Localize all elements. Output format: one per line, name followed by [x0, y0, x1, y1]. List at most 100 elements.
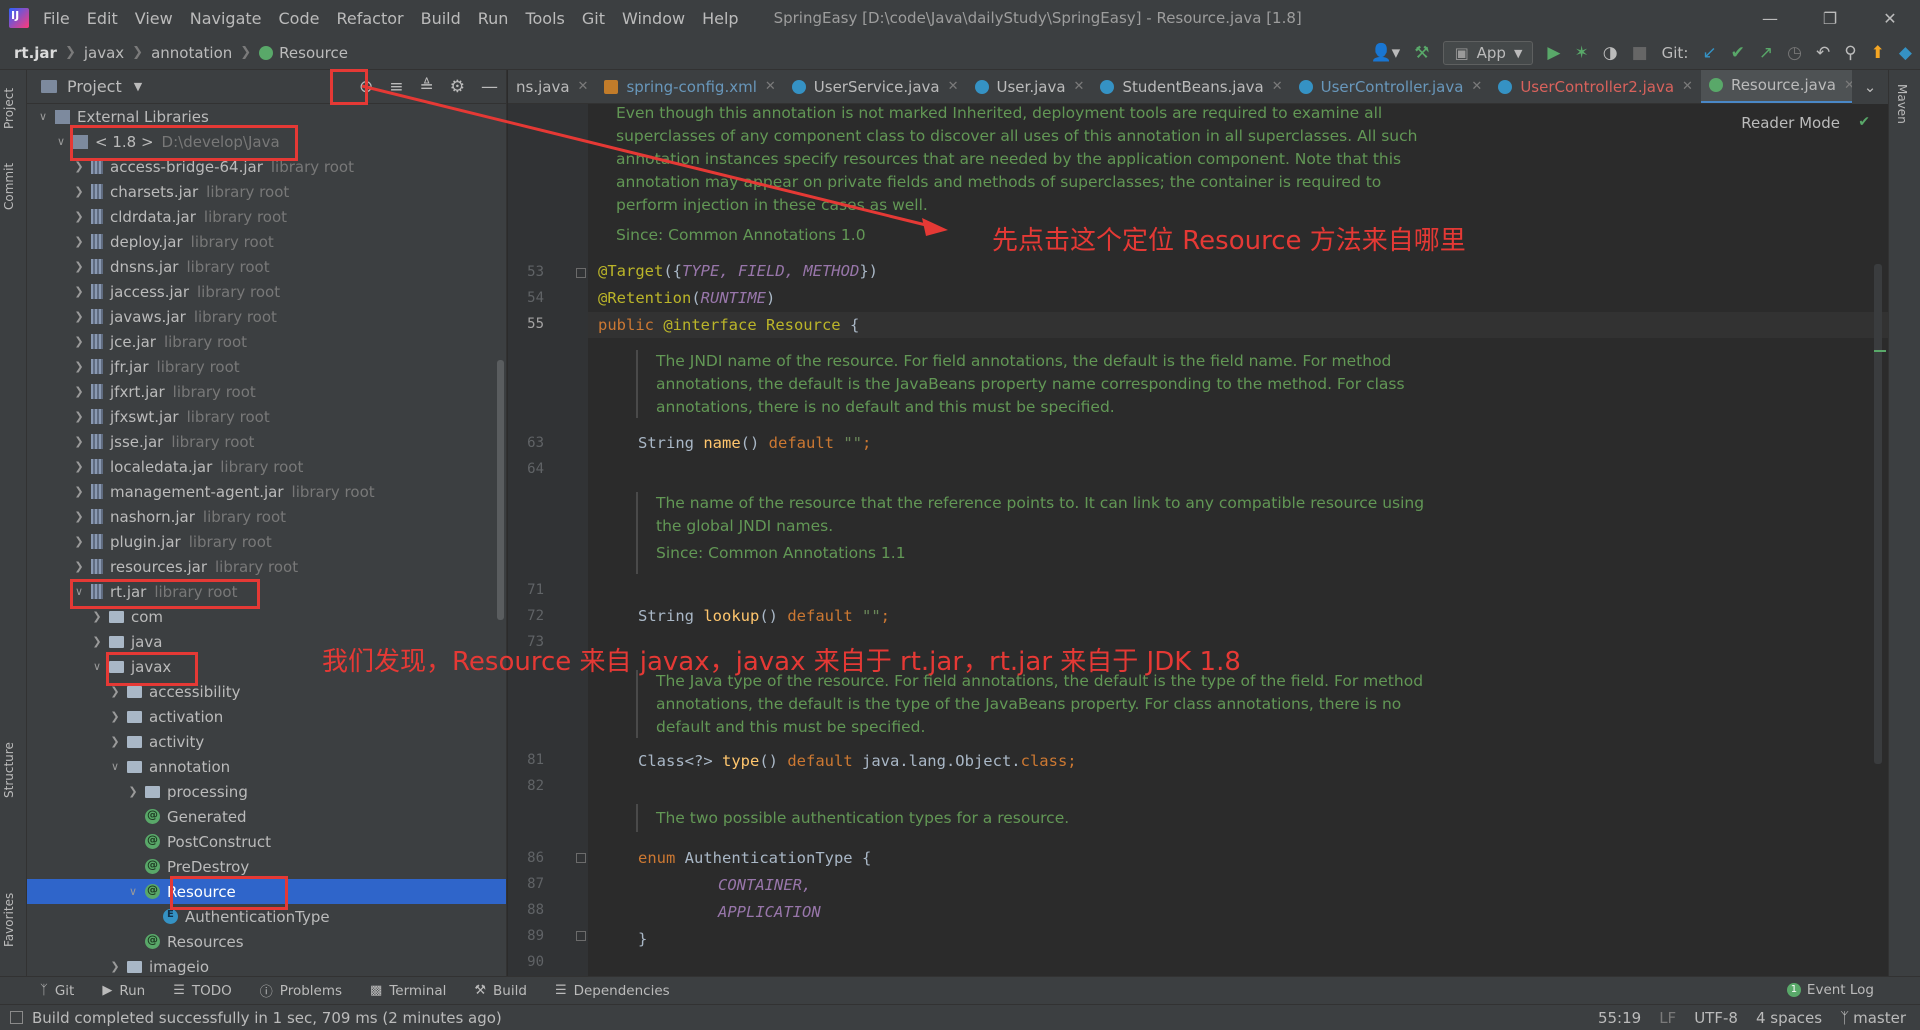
chevron-right-icon[interactable]: ❯: [71, 335, 87, 348]
editor-tab[interactable]: ns.java ✕: [508, 70, 596, 103]
chevron-down-icon[interactable]: ∨: [53, 135, 69, 148]
tree-item[interactable]: ❯ activity: [27, 729, 506, 754]
close-tab-icon[interactable]: ✕: [948, 79, 959, 94]
menu-view[interactable]: View: [135, 9, 173, 28]
restore-icon[interactable]: ❐: [1800, 0, 1860, 36]
menu-code[interactable]: Code: [279, 9, 320, 28]
tree-item[interactable]: ❯ accessibility: [27, 679, 506, 704]
menu-tools[interactable]: Tools: [525, 9, 564, 28]
fold-marker-icon[interactable]: [576, 931, 586, 941]
chevron-right-icon[interactable]: ❯: [71, 235, 87, 248]
chevron-right-icon[interactable]: ❯: [71, 510, 87, 523]
tree-item[interactable]: ❯ com: [27, 604, 506, 629]
breadcrumb-item-rt-jar[interactable]: rt.jar: [14, 44, 57, 62]
editor-scrollbar[interactable]: [1874, 264, 1882, 764]
git-commit-icon[interactable]: ✔: [1731, 43, 1745, 63]
line-separator[interactable]: LF: [1659, 1009, 1676, 1027]
chevron-right-icon[interactable]: ❯: [71, 385, 87, 398]
tree-item[interactable]: ❯ plugin.jar library root: [27, 529, 506, 554]
tree-item[interactable]: ❯ localedata.jar library root: [27, 454, 506, 479]
chevron-down-icon[interactable]: ∨: [107, 760, 123, 773]
close-tab-icon[interactable]: ✕: [1074, 79, 1085, 94]
structure-tool-tab[interactable]: Structure: [2, 730, 24, 810]
menu-window[interactable]: Window: [622, 9, 685, 28]
dependencies-tool-tab[interactable]: ☰ Dependencies: [555, 983, 670, 999]
tree-item[interactable]: ❯ resources.jar library root: [27, 554, 506, 579]
chevron-right-icon[interactable]: ❯: [71, 310, 87, 323]
tree-item[interactable]: ❯ imageio: [27, 954, 506, 976]
search-icon[interactable]: ⚲: [1844, 43, 1856, 63]
commit-tool-tab[interactable]: Commit: [2, 156, 24, 216]
status-toggle-icon[interactable]: [10, 1011, 23, 1024]
editor-tab[interactable]: spring-config.xml ✕: [596, 70, 783, 103]
run-tool-tab[interactable]: ▶ Run: [102, 983, 145, 999]
tree-item[interactable]: ∨ rt.jar library root: [27, 579, 506, 604]
chevron-right-icon[interactable]: ❯: [71, 285, 87, 298]
project-tool-tab[interactable]: Project: [2, 78, 24, 138]
project-panel-title[interactable]: Project: [67, 77, 122, 96]
tree-item[interactable]: ❯ activation: [27, 704, 506, 729]
chevron-right-icon[interactable]: ❯: [107, 685, 123, 698]
editor-tab[interactable]: UserController.java ✕: [1291, 70, 1491, 103]
git-update-icon[interactable]: ↙: [1702, 43, 1716, 63]
editor-tab[interactable]: UserService.java ✕: [784, 70, 967, 103]
menu-run[interactable]: Run: [478, 9, 509, 28]
menu-refactor[interactable]: Refactor: [336, 9, 403, 28]
close-icon[interactable]: ✕: [1860, 0, 1920, 36]
maven-tool-tab[interactable]: Maven: [1895, 84, 1909, 124]
editor-tab[interactable]: User.java ✕: [967, 70, 1093, 103]
chevron-right-icon[interactable]: ❯: [107, 960, 123, 973]
chevron-right-icon[interactable]: ❯: [71, 160, 87, 173]
git-branch-widget[interactable]: ᛉ master: [1840, 1009, 1906, 1027]
chevron-right-icon[interactable]: ❯: [89, 635, 105, 648]
project-tree-scrollbar[interactable]: [497, 360, 504, 620]
menu-file[interactable]: File: [43, 9, 70, 28]
tree-item[interactable]: Resources: [27, 929, 506, 954]
tree-item[interactable]: AuthenticationType: [27, 904, 506, 929]
chevron-down-icon[interactable]: ∨: [125, 885, 141, 898]
run-icon[interactable]: ▶: [1547, 43, 1560, 63]
chevron-down-icon[interactable]: ▼: [134, 80, 142, 93]
caret-position[interactable]: 55:19: [1598, 1009, 1641, 1027]
close-tab-icon[interactable]: ✕: [765, 79, 776, 94]
minimize-icon[interactable]: —: [1740, 0, 1800, 36]
collapse-all-icon[interactable]: ≜: [420, 77, 434, 97]
close-tab-icon[interactable]: ✕: [578, 79, 589, 94]
git-push-icon[interactable]: ↗: [1759, 43, 1773, 63]
menu-help[interactable]: Help: [702, 9, 738, 28]
indent-setting[interactable]: 4 spaces: [1756, 1009, 1822, 1027]
build-hammer-icon[interactable]: ⚒: [1414, 43, 1429, 63]
tree-item[interactable]: ❯ nashorn.jar library root: [27, 504, 506, 529]
chevron-right-icon[interactable]: ❯: [71, 210, 87, 223]
locate-file-icon[interactable]: ⊕: [359, 77, 373, 97]
editor-tab[interactable]: UserController2.java ✕: [1490, 70, 1701, 103]
problems-tool-tab[interactable]: ⓘ Problems: [260, 981, 342, 1001]
tree-item[interactable]: ❯ jsse.jar library root: [27, 429, 506, 454]
history-icon[interactable]: ◷: [1787, 43, 1802, 63]
tree-item[interactable]: ∨ External Libraries: [27, 104, 506, 129]
reader-mode-toggle[interactable]: Reader Mode: [1741, 114, 1840, 132]
jetbrains-toolbox-icon[interactable]: ◆: [1899, 43, 1912, 63]
menu-build[interactable]: Build: [421, 9, 461, 28]
run-configuration-select[interactable]: ▣ App ▼: [1443, 41, 1534, 65]
close-tab-icon[interactable]: ✕: [1682, 79, 1693, 94]
tree-item[interactable]: ❯ jfxswt.jar library root: [27, 404, 506, 429]
tree-item[interactable]: ❯ jfxrt.jar library root: [27, 379, 506, 404]
tree-item[interactable]: ∨ Resource: [27, 879, 506, 904]
tree-item[interactable]: ❯ processing: [27, 779, 506, 804]
gear-icon[interactable]: ⚙: [450, 77, 465, 97]
chevron-right-icon[interactable]: ❯: [71, 410, 87, 423]
chevron-down-icon[interactable]: ∨: [89, 660, 105, 673]
chevron-down-icon[interactable]: ∨: [35, 110, 51, 123]
status-message[interactable]: Build completed successfully in 1 sec, 7…: [32, 1009, 502, 1027]
breadcrumb-item-javax[interactable]: javax: [84, 44, 124, 62]
chevron-right-icon[interactable]: ❯: [71, 260, 87, 273]
chevron-right-icon[interactable]: ❯: [71, 560, 87, 573]
git-tool-tab[interactable]: ᛉ Git: [40, 983, 74, 999]
tree-item[interactable]: ❯ dnsns.jar library root: [27, 254, 506, 279]
chevron-down-icon[interactable]: ∨: [71, 585, 87, 598]
hide-panel-icon[interactable]: —: [481, 77, 498, 97]
terminal-tool-tab[interactable]: ▩ Terminal: [370, 983, 446, 999]
expand-all-icon[interactable]: ≡: [389, 77, 403, 97]
menu-edit[interactable]: Edit: [87, 9, 118, 28]
